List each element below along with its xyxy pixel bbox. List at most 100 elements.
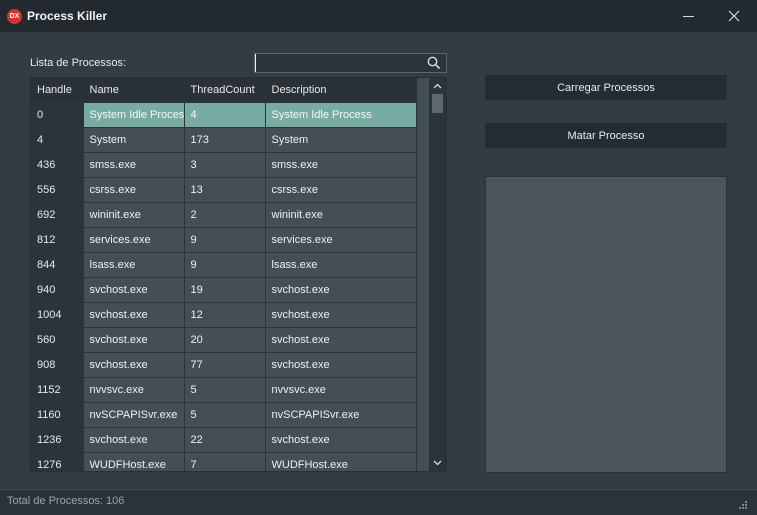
table-row[interactable]: 0 System Idle Process 4 System Idle Process xyxy=(31,102,417,128)
cell-name: System xyxy=(83,127,185,153)
cell-threadcount: 22 xyxy=(184,427,266,453)
cell-handle: 4 xyxy=(31,127,84,153)
cell-description: System xyxy=(265,127,417,153)
minimize-button[interactable] xyxy=(668,0,708,32)
cell-threadcount: 7 xyxy=(184,452,266,471)
cell-handle: 436 xyxy=(31,152,84,178)
column-header-description[interactable]: Description xyxy=(265,78,417,103)
column-header-threadcount[interactable]: ThreadCount xyxy=(184,78,266,103)
cell-description: services.exe xyxy=(265,227,417,253)
cell-handle: 940 xyxy=(31,277,84,303)
app-icon: DX xyxy=(7,9,22,24)
cell-handle: 560 xyxy=(31,327,84,353)
load-processes-button[interactable]: Carregar Processos xyxy=(485,75,727,100)
cell-threadcount: 3 xyxy=(184,152,266,178)
table-row[interactable]: 1160 nvSCPAPISvr.exe 5 nvSCPAPISvr.exe xyxy=(31,402,417,428)
cell-description: lsass.exe xyxy=(265,252,417,278)
resize-grip-icon[interactable] xyxy=(739,501,747,509)
cell-name: svchost.exe xyxy=(83,302,185,328)
table-row[interactable]: 844 lsass.exe 9 lsass.exe xyxy=(31,252,417,278)
cell-description: nvSCPAPISvr.exe xyxy=(265,402,417,428)
cell-threadcount: 5 xyxy=(184,377,266,403)
cell-name: WUDFHost.exe xyxy=(83,452,185,471)
cell-description: svchost.exe xyxy=(265,302,417,328)
cell-handle: 1152 xyxy=(31,377,84,403)
table-row[interactable]: 908 svchost.exe 77 svchost.exe xyxy=(31,352,417,378)
cell-name: lsass.exe xyxy=(83,252,185,278)
cell-description: smss.exe xyxy=(265,152,417,178)
column-header-handle[interactable]: Handle xyxy=(31,78,84,103)
column-header-name[interactable]: Name xyxy=(83,78,185,103)
cell-description: svchost.exe xyxy=(265,427,417,453)
cell-name: svchost.exe xyxy=(83,327,185,353)
cell-name: svchost.exe xyxy=(83,277,185,303)
table-row[interactable]: 560 svchost.exe 20 svchost.exe xyxy=(31,327,417,353)
cell-handle: 908 xyxy=(31,352,84,378)
cell-threadcount: 9 xyxy=(184,227,266,253)
search-box xyxy=(254,53,447,73)
kill-process-button[interactable]: Matar Processo xyxy=(485,123,727,148)
cell-name: csrss.exe xyxy=(83,177,185,203)
cell-threadcount: 5 xyxy=(184,402,266,428)
window-title: Process Killer xyxy=(27,9,108,23)
status-bar: Total de Processos: 106 xyxy=(0,489,757,515)
table-row[interactable]: 812 services.exe 9 services.exe xyxy=(31,227,417,253)
cell-handle: 0 xyxy=(31,102,84,128)
cell-handle: 1236 xyxy=(31,427,84,453)
cell-description: svchost.exe xyxy=(265,277,417,303)
table-row[interactable]: 1152 nvvsvc.exe 5 nvvsvc.exe xyxy=(31,377,417,403)
cell-name: smss.exe xyxy=(83,152,185,178)
cell-handle: 1004 xyxy=(31,302,84,328)
table-row[interactable]: 4 System 173 System xyxy=(31,127,417,153)
table-row[interactable]: 1004 svchost.exe 12 svchost.exe xyxy=(31,302,417,328)
cell-description: svchost.exe xyxy=(265,327,417,353)
cell-handle: 844 xyxy=(31,252,84,278)
search-icon[interactable] xyxy=(427,56,441,70)
cell-description: System Idle Process xyxy=(265,102,417,128)
cell-threadcount: 13 xyxy=(184,177,266,203)
cell-threadcount: 173 xyxy=(184,127,266,153)
cell-handle: 692 xyxy=(31,202,84,228)
table-row[interactable]: 436 smss.exe 3 smss.exe xyxy=(31,152,417,178)
cell-threadcount: 20 xyxy=(184,327,266,353)
details-panel xyxy=(485,176,727,473)
scroll-up-icon[interactable] xyxy=(433,83,442,89)
table-row[interactable]: 1236 svchost.exe 22 svchost.exe xyxy=(31,427,417,453)
cell-name: nvSCPAPISvr.exe xyxy=(83,402,185,428)
table-row[interactable]: 1276 WUDFHost.exe 7 WUDFHost.exe xyxy=(31,452,417,471)
cell-description: nvvsvc.exe xyxy=(265,377,417,403)
cell-description: csrss.exe xyxy=(265,177,417,203)
vertical-scrollbar[interactable] xyxy=(429,78,446,471)
table-row[interactable]: 940 svchost.exe 19 svchost.exe xyxy=(31,277,417,303)
scrollbar-thumb[interactable] xyxy=(432,94,443,113)
cell-threadcount: 12 xyxy=(184,302,266,328)
cell-name: svchost.exe xyxy=(83,352,185,378)
search-input[interactable] xyxy=(255,54,423,72)
cell-name: svchost.exe xyxy=(83,427,185,453)
process-grid[interactable]: Handle Name ThreadCount Description 0 Sys… xyxy=(30,77,447,472)
cell-name: System Idle Process xyxy=(83,102,185,128)
close-icon xyxy=(728,10,740,22)
scroll-down-icon[interactable] xyxy=(433,460,442,466)
cell-threadcount: 9 xyxy=(184,252,266,278)
table-row[interactable]: 556 csrss.exe 13 csrss.exe xyxy=(31,177,417,203)
cell-threadcount: 77 xyxy=(184,352,266,378)
cell-threadcount: 19 xyxy=(184,277,266,303)
cell-handle: 1276 xyxy=(31,452,84,471)
cell-description: wininit.exe xyxy=(265,202,417,228)
cell-name: services.exe xyxy=(83,227,185,253)
table-row[interactable]: 692 wininit.exe 2 wininit.exe xyxy=(31,202,417,228)
cell-threadcount: 4 xyxy=(184,102,266,128)
title-bar: DX Process Killer xyxy=(0,0,757,32)
process-list-label: Lista de Processos: xyxy=(30,57,126,69)
table-header-row: Handle Name ThreadCount Description xyxy=(31,78,417,103)
process-table: Handle Name ThreadCount Description 0 Sys… xyxy=(31,78,417,471)
cell-threadcount: 2 xyxy=(184,202,266,228)
cell-description: svchost.exe xyxy=(265,352,417,378)
cell-name: wininit.exe xyxy=(83,202,185,228)
cell-handle: 556 xyxy=(31,177,84,203)
cell-name: nvvsvc.exe xyxy=(83,377,185,403)
close-button[interactable] xyxy=(714,0,754,32)
cell-description: WUDFHost.exe xyxy=(265,452,417,471)
status-text: Total de Processos: 106 xyxy=(7,495,125,507)
